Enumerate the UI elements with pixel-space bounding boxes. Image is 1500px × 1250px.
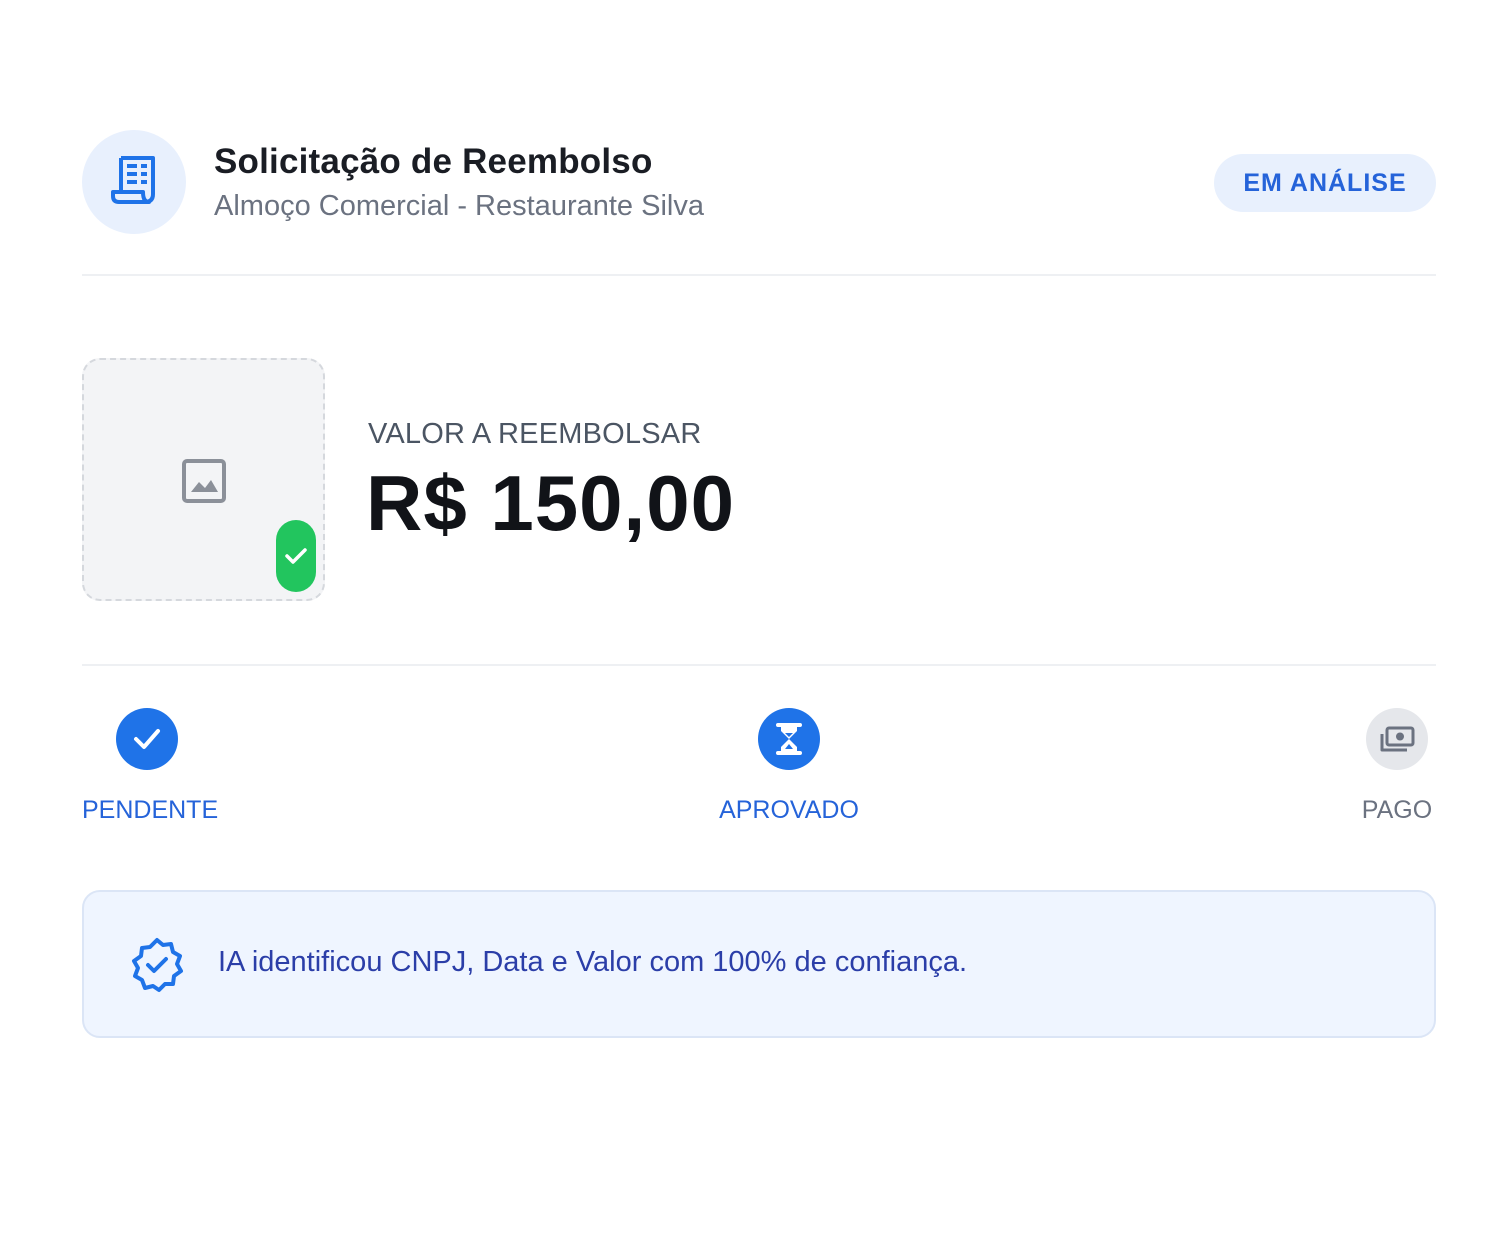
request-title: Solicitação de Reembolso (214, 142, 653, 181)
ai-verification-notice: IA identificou CNPJ, Data e Valor com 10… (82, 890, 1436, 1038)
status-badge: EM ANÁLISE (1214, 154, 1436, 212)
step-label: PENDENTE (82, 796, 219, 824)
amount-label: VALOR A REEMBOLSAR (368, 418, 702, 450)
step-label: PAGO (1361, 796, 1433, 824)
request-header: Solicitação de Reembolso Almoço Comercia… (82, 130, 1436, 234)
amount-value: R$ 150,00 (366, 459, 735, 547)
verified-check-badge (276, 520, 316, 592)
header-divider (82, 274, 1436, 276)
step-pendente: PENDENTE (82, 708, 219, 825)
receipt-thumbnail[interactable] (82, 358, 325, 601)
check-icon (285, 548, 307, 564)
step-pendente-circle (116, 708, 178, 770)
verified-badge-icon (132, 938, 183, 992)
payments-icon (1380, 726, 1415, 752)
step-label: APROVADO (719, 796, 859, 824)
ai-notice-text: IA identificou CNPJ, Data e Valor com 10… (218, 946, 968, 978)
check-icon (134, 729, 160, 749)
request-subtitle: Almoço Comercial - Restaurante Silva (214, 190, 704, 222)
step-aprovado: APROVADO (692, 708, 886, 825)
hourglass-icon (776, 723, 802, 755)
reimbursement-card: Solicitação de Reembolso Almoço Comercia… (82, 0, 1436, 1250)
receipt-icon (82, 130, 186, 234)
step-pago: PAGO (1358, 708, 1436, 825)
image-placeholder-icon (182, 459, 226, 503)
step-aprovado-circle (758, 708, 820, 770)
step-pago-circle (1366, 708, 1428, 770)
amount-divider (82, 664, 1436, 666)
